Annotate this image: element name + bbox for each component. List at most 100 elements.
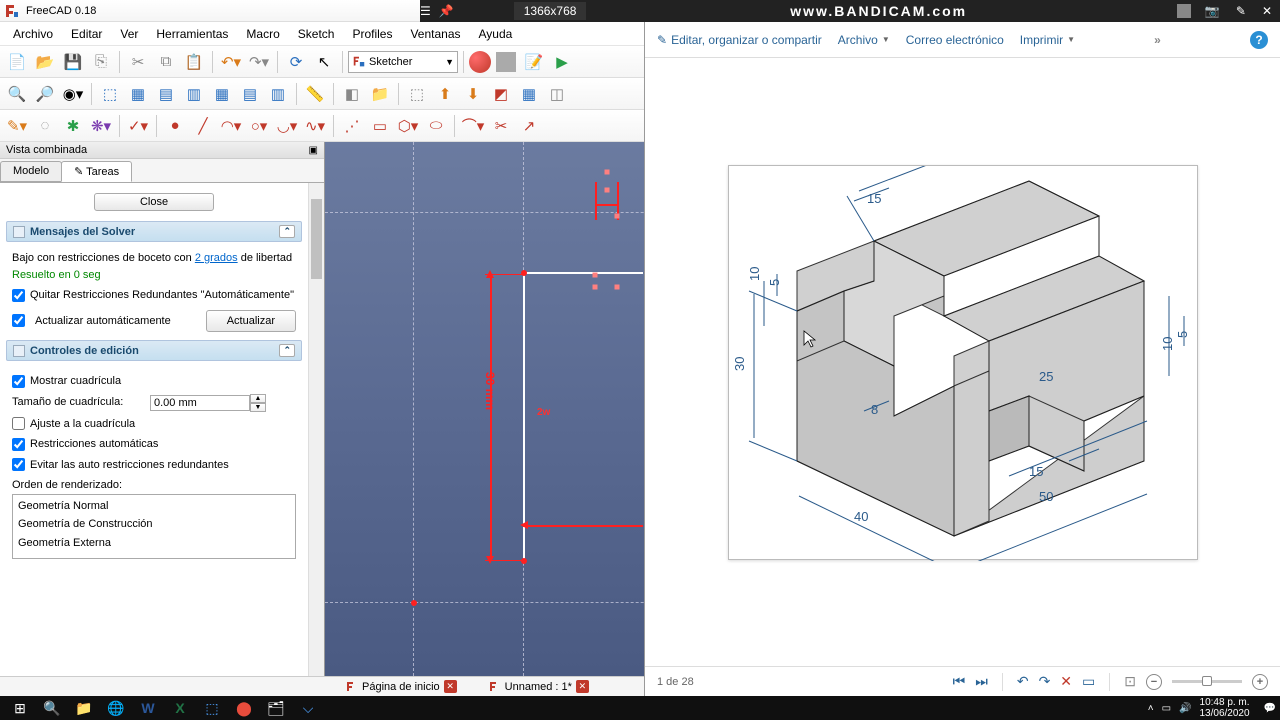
close-task-button[interactable]: Close — [94, 193, 214, 211]
volume-icon[interactable]: 🔊 — [1179, 703, 1191, 714]
prev-icon[interactable]: ⏮ — [953, 673, 966, 690]
part-icon[interactable]: ◧ — [339, 81, 365, 107]
zoom-select-icon[interactable]: 🔎 — [32, 81, 58, 107]
remove-redundant-checkbox[interactable] — [12, 289, 25, 302]
recorder-icon[interactable]: ⬤ — [228, 696, 260, 720]
viewer-help-icon[interactable]: ? — [1250, 31, 1268, 49]
sketch-map-icon[interactable]: ✱ — [60, 113, 86, 139]
measure-icon[interactable]: 📏 — [302, 81, 328, 107]
avoid-redundant-checkbox[interactable] — [12, 458, 25, 471]
grid-size-input[interactable] — [150, 395, 250, 411]
excel-icon[interactable]: X — [164, 696, 196, 720]
cut-icon[interactable]: ✂ — [125, 49, 151, 75]
view-front-icon[interactable]: ▦ — [125, 81, 151, 107]
panel-dock-icon[interactable]: ▣ — [309, 145, 318, 156]
menu-ayuda[interactable]: Ayuda — [470, 24, 522, 44]
viewer-edit-button[interactable]: ✎ Editar, organizar o compartir — [657, 33, 822, 47]
clock[interactable]: 10:48 p. m. 13/06/2020 — [1199, 697, 1255, 719]
show-grid-checkbox[interactable] — [12, 375, 25, 388]
draw-style-icon[interactable]: ◉▾ — [60, 81, 86, 107]
arc-icon[interactable]: ◠▾ — [218, 113, 244, 139]
refresh-icon[interactable]: ⟳ — [283, 49, 309, 75]
pencil-icon[interactable]: ✎ — [1236, 4, 1246, 18]
slot-icon[interactable]: ⬭ — [423, 113, 449, 139]
view-right-icon[interactable]: ▥ — [181, 81, 207, 107]
bluetooth-icon[interactable]: ⌵ — [292, 696, 324, 720]
tab-model[interactable]: Modelo — [0, 161, 62, 182]
menu-ver[interactable]: Ver — [111, 24, 147, 44]
link-import-icon[interactable]: ⬆ — [432, 81, 458, 107]
trim-icon[interactable]: ✂ — [488, 113, 514, 139]
open-file-icon[interactable]: 📂 — [32, 49, 58, 75]
cursor-icon[interactable]: ↖ — [311, 49, 337, 75]
tray-up-icon[interactable]: ˄ — [1148, 703, 1154, 714]
sketch-new-icon[interactable]: ✎▾ — [4, 113, 30, 139]
rectangle-icon[interactable]: ▭ — [367, 113, 393, 139]
rotate-ccw-icon[interactable]: ↶ — [1017, 673, 1029, 690]
polygon-icon[interactable]: ⬡▾ — [395, 113, 421, 139]
rotate-cw-icon[interactable]: ↷ — [1039, 673, 1051, 690]
view-bottom-icon[interactable]: ▤ — [237, 81, 263, 107]
undo-icon[interactable]: ↶▾ — [218, 49, 244, 75]
redo-icon[interactable]: ↷▾ — [246, 49, 272, 75]
pin-icon[interactable]: 📌 — [439, 4, 454, 18]
dof-link[interactable]: 2 grados — [195, 252, 238, 264]
viewer-more-icon[interactable]: » — [1154, 33, 1161, 47]
auto-constraints-checkbox[interactable] — [12, 438, 25, 451]
paste-icon[interactable]: 📋 — [181, 49, 207, 75]
link-make-icon[interactable]: ⬚ — [404, 81, 430, 107]
view-rear-icon[interactable]: ▦ — [209, 81, 235, 107]
close-tab-icon[interactable]: ✕ — [576, 680, 589, 693]
viewer-body[interactable]: 15 10 5 30 8 25 15 50 40 5 10 — [645, 58, 1280, 666]
new-file-icon[interactable]: 📄 — [4, 49, 30, 75]
slideshow-icon[interactable]: ▭ — [1082, 673, 1095, 690]
grid-size-down-icon[interactable]: ▼ — [250, 403, 266, 412]
fit-icon[interactable]: ⊡ — [1124, 673, 1136, 690]
viewer-file-menu[interactable]: Archivo ▼ — [838, 33, 890, 47]
view-left-icon[interactable]: ▥ — [265, 81, 291, 107]
search-icon[interactable]: 🔍 — [36, 696, 68, 720]
save-as-icon[interactable]: ⎘ — [88, 49, 114, 75]
tab-start-page[interactable]: Página de inicio ✕ — [340, 679, 463, 694]
fillet-icon[interactable]: ⌒▾ — [460, 113, 486, 139]
point-icon[interactable]: ● — [162, 113, 188, 139]
file-explorer-icon[interactable]: 📁 — [68, 696, 100, 720]
tab-unnamed[interactable]: Unnamed : 1* ✕ — [483, 679, 595, 694]
camera-icon[interactable]: 📷 — [1205, 4, 1220, 18]
polyline-icon[interactable]: ⋰ — [339, 113, 365, 139]
app-icon[interactable]: 🗂 — [260, 696, 292, 720]
update-button[interactable]: Actualizar — [206, 310, 296, 333]
word-icon[interactable]: W — [132, 696, 164, 720]
panel-scrollbar[interactable] — [308, 183, 324, 676]
solver-messages-header[interactable]: Mensajes del Solver⌃ — [6, 221, 302, 242]
macro-edit-icon[interactable]: 📝 — [521, 49, 547, 75]
zoom-out-icon[interactable]: − — [1146, 674, 1162, 690]
start-button[interactable]: ⊞ — [4, 696, 36, 720]
menu-macro[interactable]: Macro — [237, 24, 288, 44]
conic-icon[interactable]: ◡▾ — [274, 113, 300, 139]
edit-controls-header[interactable]: Controles de edición⌃ — [6, 340, 302, 361]
menu-herramientas[interactable]: Herramientas — [147, 24, 237, 44]
menu-ventanas[interactable]: Ventanas — [401, 24, 469, 44]
sketch-reorient-icon[interactable]: ❋▾ — [88, 113, 114, 139]
copy-icon[interactable]: ⧉ — [153, 49, 179, 75]
line-icon[interactable]: ╱ — [190, 113, 216, 139]
extend-icon[interactable]: ↗ — [516, 113, 542, 139]
auto-update-checkbox[interactable] — [12, 314, 25, 327]
group-icon[interactable]: 📁 — [367, 81, 393, 107]
workbench-selector[interactable]: Sketcher▼ — [348, 51, 458, 73]
menu-sketch[interactable]: Sketch — [289, 24, 344, 44]
viewer-email-button[interactable]: Correo electrónico — [906, 33, 1004, 47]
hamburger-icon[interactable]: ☰ — [420, 4, 431, 18]
macro-stop-icon[interactable] — [493, 49, 519, 75]
zoom-slider[interactable] — [1172, 680, 1242, 683]
menu-editar[interactable]: Editar — [62, 24, 111, 44]
tab-tasks[interactable]: ✎ Tareas — [61, 161, 132, 182]
snap-grid-checkbox[interactable] — [12, 417, 25, 430]
view-iso-icon[interactable]: ⬚ — [97, 81, 123, 107]
macro-play-icon[interactable]: ▶ — [549, 49, 575, 75]
bandicam-close-icon[interactable]: ✕ — [1254, 2, 1280, 20]
menu-profiles[interactable]: Profiles — [343, 24, 401, 44]
notifications-icon[interactable]: 💬 — [1264, 703, 1276, 714]
link-all-icon[interactable]: ▦ — [516, 81, 542, 107]
